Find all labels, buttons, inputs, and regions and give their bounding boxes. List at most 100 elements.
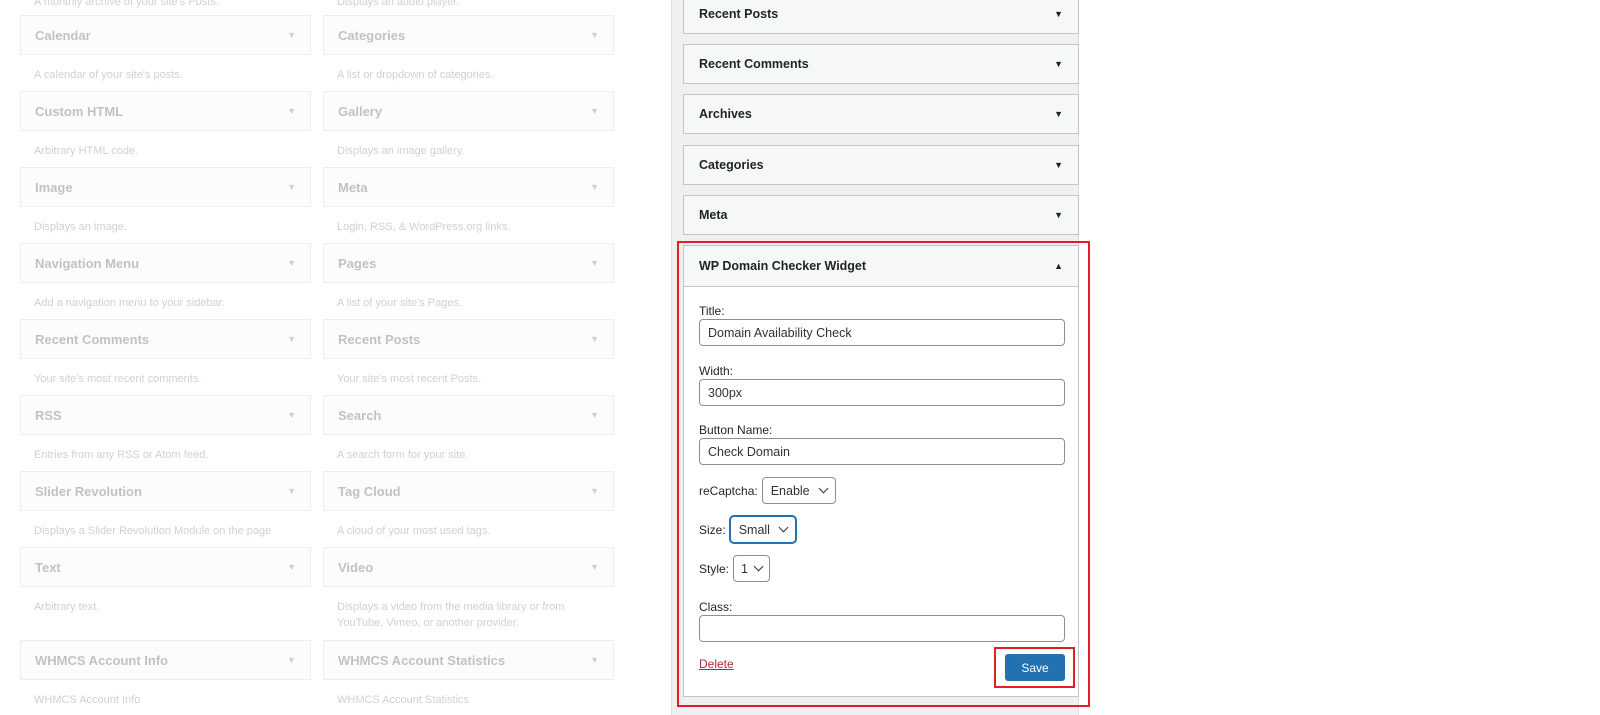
sidebar-widget-archives[interactable]: Archives ▼: [683, 94, 1079, 134]
available-widget-header[interactable]: Tag Cloud ▼: [323, 471, 614, 511]
sidebar-widget-meta[interactable]: Meta ▼: [683, 195, 1079, 235]
available-widget-description: A cloud of your most used tags.: [337, 525, 491, 537]
available-widget-item[interactable]: WHMCS Account Info ▼ WHMCS Account Info: [20, 640, 311, 708]
available-widget-title: Recent Posts: [338, 331, 421, 347]
available-widget-item[interactable]: Categories ▼ A list or dropdown of categor…: [323, 15, 614, 83]
available-widget-item[interactable]: Gallery ▼ Displays an image gallery.: [323, 91, 614, 159]
available-widget-item[interactable]: WHMCS Account Statistics ▼ WHMCS Account S…: [323, 640, 614, 708]
chevron-down-icon: [818, 483, 829, 494]
title-input[interactable]: [699, 319, 1065, 346]
triangle-down-icon[interactable]: ▼: [590, 30, 599, 40]
available-widget-description: Your site's most recent Posts.: [337, 373, 482, 385]
available-widget-item[interactable]: Custom HTML ▼ Arbitrary HTML code.: [20, 91, 311, 159]
available-widget-description: A list or dropdown of categories.: [337, 69, 494, 81]
triangle-down-icon[interactable]: ▼: [1054, 109, 1063, 119]
available-widget-description: Login, RSS, & WordPress.org links.: [337, 221, 511, 233]
style-value: 1: [741, 561, 748, 576]
triangle-down-icon[interactable]: ▼: [287, 410, 296, 420]
triangle-down-icon[interactable]: ▼: [287, 106, 296, 116]
available-widget-item[interactable]: Image ▼ Displays an image.: [20, 167, 311, 235]
widget-title: WP Domain Checker Widget: [699, 259, 867, 273]
available-widget-header[interactable]: Video ▼: [323, 547, 614, 587]
available-widget-header[interactable]: Custom HTML ▼: [20, 91, 311, 131]
available-widget-description: Entries from any RSS or Atom feed.: [34, 449, 209, 461]
available-widget-item[interactable]: Slider Revolution ▼ Displays a Slider Revo…: [20, 471, 311, 539]
available-widget-header[interactable]: Search ▼: [323, 395, 614, 435]
sidebar-widget-categories[interactable]: Categories ▼: [683, 145, 1079, 185]
triangle-down-icon[interactable]: ▼: [287, 30, 296, 40]
sidebar-widget-recent-comments[interactable]: Recent Comments ▼: [683, 44, 1079, 84]
available-widget-title: Navigation Menu: [35, 255, 140, 271]
triangle-down-icon[interactable]: ▼: [590, 410, 599, 420]
available-widget-title: Slider Revolution: [35, 483, 142, 499]
delete-link[interactable]: Delete: [699, 657, 734, 671]
size-select[interactable]: Small: [729, 516, 796, 543]
available-widget-header[interactable]: Gallery ▼: [323, 91, 614, 131]
triangle-down-icon[interactable]: ▼: [1054, 210, 1063, 220]
triangle-up-icon[interactable]: ▲: [1054, 261, 1063, 271]
triangle-down-icon[interactable]: ▼: [590, 655, 599, 665]
available-widget-header[interactable]: Recent Comments ▼: [20, 319, 311, 359]
style-select[interactable]: 1: [733, 555, 770, 582]
available-widget-header[interactable]: Text ▼: [20, 547, 311, 587]
sidebar-widget-title: Recent Posts: [699, 7, 779, 21]
triangle-down-icon[interactable]: ▼: [590, 258, 599, 268]
available-widget-item[interactable]: Text ▼ Arbitrary text.: [20, 547, 311, 615]
available-widget-title: Tag Cloud: [338, 483, 401, 499]
available-widget-header[interactable]: Calendar ▼: [20, 15, 311, 55]
available-widget-title: Custom HTML: [35, 103, 124, 119]
sidebar-widget-recent-posts[interactable]: Recent Posts ▼: [683, 0, 1079, 34]
available-widget-item[interactable]: Meta ▼ Login, RSS, & WordPress.org links.: [323, 167, 614, 235]
available-widget-title: Search: [338, 407, 382, 423]
available-widget-item[interactable]: Pages ▼ A list of your site's Pages.: [323, 243, 614, 311]
triangle-down-icon[interactable]: ▼: [1054, 9, 1063, 19]
available-widget-header[interactable]: Pages ▼: [323, 243, 614, 283]
available-widget-description: A calendar of your site's posts.: [34, 69, 183, 81]
triangle-down-icon[interactable]: ▼: [287, 486, 296, 496]
available-widget-header[interactable]: Image ▼: [20, 167, 311, 207]
size-label: Size:: [699, 522, 726, 537]
available-widget-title: Calendar: [35, 27, 91, 43]
wp-domain-checker-widget: WP Domain Checker Widget ▲ Title: Width:…: [683, 245, 1079, 697]
chevron-down-icon: [753, 561, 764, 572]
available-widget-item[interactable]: RSS ▼ Entries from any RSS or Atom feed.: [20, 395, 311, 463]
triangle-down-icon[interactable]: ▼: [287, 655, 296, 665]
style-row: Style: 1: [699, 555, 770, 582]
recaptcha-select[interactable]: Enable: [761, 477, 836, 504]
available-widget-title: WHMCS Account Statistics: [338, 652, 506, 668]
available-widget-header[interactable]: Categories ▼: [323, 15, 614, 55]
available-widget-header[interactable]: Slider Revolution ▼: [20, 471, 311, 511]
width-input[interactable]: [699, 379, 1065, 406]
triangle-down-icon[interactable]: ▼: [1054, 160, 1063, 170]
available-widget-header[interactable]: WHMCS Account Statistics ▼: [323, 640, 614, 680]
triangle-down-icon[interactable]: ▼: [287, 562, 296, 572]
available-widget-title: Pages: [338, 255, 377, 271]
available-widget-header[interactable]: Navigation Menu ▼: [20, 243, 311, 283]
button-name-input[interactable]: [699, 438, 1065, 465]
widget-header[interactable]: WP Domain Checker Widget ▲: [684, 246, 1078, 287]
available-widget-header[interactable]: Meta ▼: [323, 167, 614, 207]
available-widget-item[interactable]: Video ▼ Displays a video from the media li…: [323, 547, 614, 631]
triangle-down-icon[interactable]: ▼: [590, 562, 599, 572]
triangle-down-icon[interactable]: ▼: [287, 334, 296, 344]
available-widget-description: Add a navigation menu to your sidebar.: [34, 297, 225, 309]
triangle-down-icon[interactable]: ▼: [590, 334, 599, 344]
triangle-down-icon[interactable]: ▼: [590, 486, 599, 496]
triangle-down-icon[interactable]: ▼: [1054, 59, 1063, 69]
available-widget-item[interactable]: Search ▼ A search form for your site.: [323, 395, 614, 463]
size-row: Size: Small: [699, 516, 796, 543]
triangle-down-icon[interactable]: ▼: [287, 182, 296, 192]
available-widget-item[interactable]: Tag Cloud ▼ A cloud of your most used tags…: [323, 471, 614, 539]
available-widget-item[interactable]: Recent Posts ▼ Your site's most recent Pos…: [323, 319, 614, 387]
save-button[interactable]: Save: [1005, 654, 1065, 681]
available-widget-item[interactable]: Calendar ▼ A calendar of your site's posts…: [20, 15, 311, 83]
available-widget-header[interactable]: RSS ▼: [20, 395, 311, 435]
triangle-down-icon[interactable]: ▼: [590, 182, 599, 192]
available-widget-item[interactable]: Recent Comments ▼ Your site's most recent …: [20, 319, 311, 387]
triangle-down-icon[interactable]: ▼: [287, 258, 296, 268]
available-widget-header[interactable]: WHMCS Account Info ▼: [20, 640, 311, 680]
available-widget-item[interactable]: Navigation Menu ▼ Add a navigation menu to…: [20, 243, 311, 311]
class-input[interactable]: [699, 615, 1065, 642]
triangle-down-icon[interactable]: ▼: [590, 106, 599, 116]
available-widget-header[interactable]: Recent Posts ▼: [323, 319, 614, 359]
